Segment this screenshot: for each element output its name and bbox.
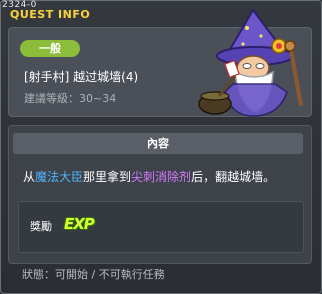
desc-mid: 那里拿到 [83, 170, 132, 184]
item-name: 尖刺消除剂 [131, 170, 192, 184]
npc-name: 魔法大臣 [35, 170, 84, 184]
reward-label: 獎勵 [30, 220, 52, 233]
level-label: 建議等級 [24, 92, 68, 105]
quest-name: [射手村] 越过城墙(4) [24, 70, 139, 84]
exp-icon[interactable]: EXP [64, 215, 95, 233]
wizard-npc-portrait-icon [198, 8, 303, 117]
recommended-level: 建議等級：30~34 [24, 90, 116, 106]
reward-box [18, 201, 304, 253]
desc-pre: 从 [23, 170, 36, 184]
window-title: QUEST INFO [10, 8, 91, 21]
level-separator: ： [68, 92, 79, 105]
category-badge: 一般 [20, 40, 80, 57]
quest-description: 从魔法大臣那里拿到尖刺消除剂后，翻越城墙。 [23, 168, 275, 185]
desc-post: 后，翻越城墙。 [191, 170, 276, 184]
level-value: 30~34 [79, 92, 117, 105]
quest-status: 狀態：可開始 / 不可執行任務 [22, 268, 165, 281]
content-header: 內容 [13, 133, 303, 154]
